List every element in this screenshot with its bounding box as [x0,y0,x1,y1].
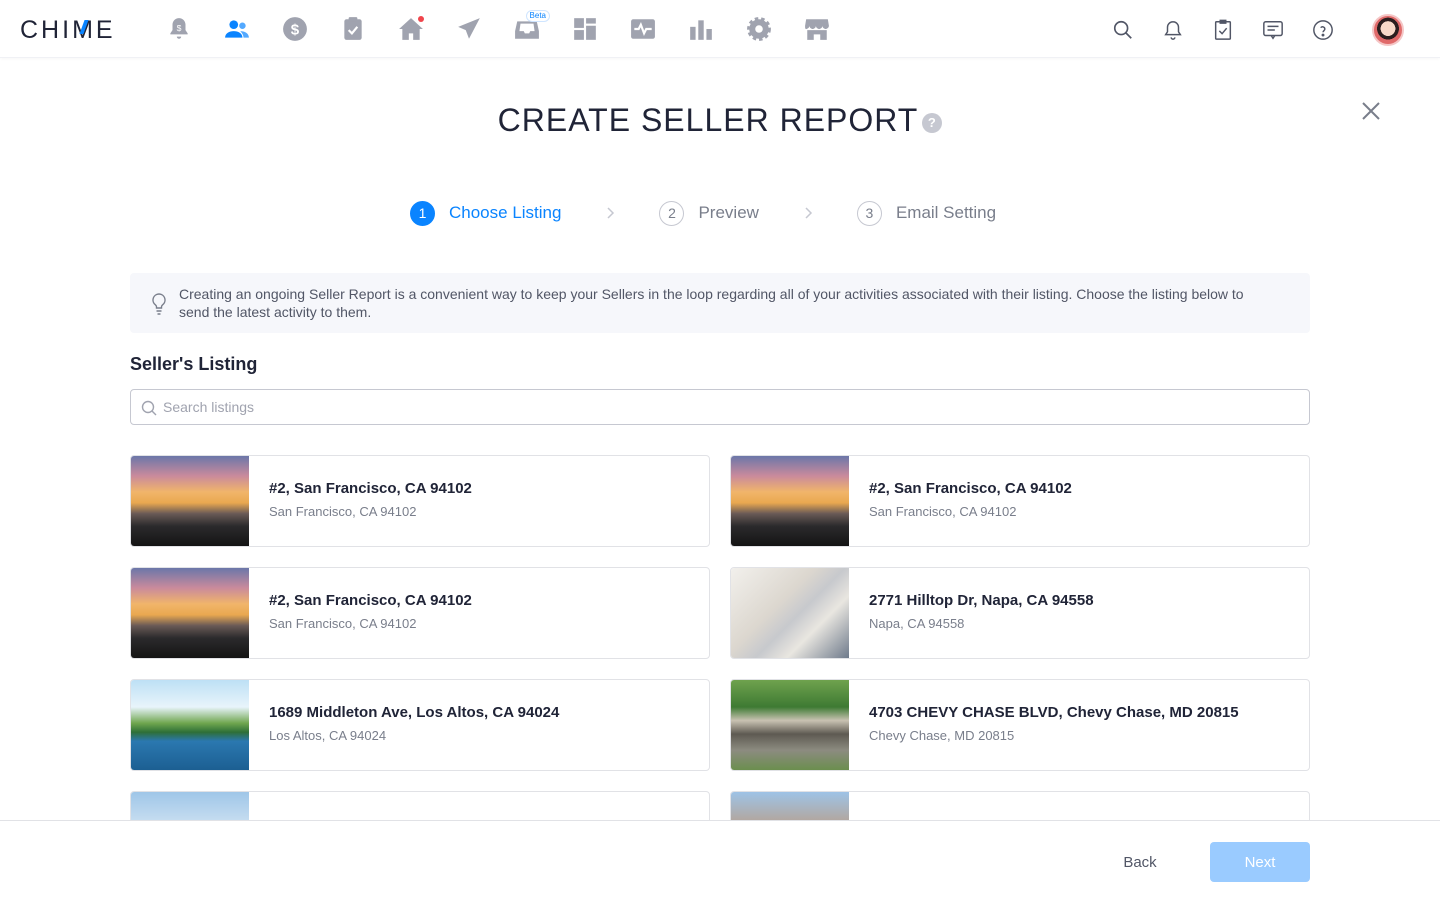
next-button[interactable]: Next [1210,842,1310,882]
listing-card[interactable]: 1689 Middleton Ave, Los Altos, CA 94024 … [130,679,710,771]
help-icon[interactable] [1308,15,1338,45]
chime-logo[interactable]: CHIME [20,16,116,45]
beta-badge: Beta [525,10,550,22]
step-email-setting[interactable]: 3 Email Setting [856,200,997,226]
step-label: Preview [698,203,759,222]
step-number: 3 [856,200,882,226]
step-label: Choose Listing [449,203,562,222]
listing-address: 1689 Middleton Ave, Los Altos, CA 94024 [269,704,560,721]
dollar-icon[interactable]: $ [280,14,310,44]
search-icon [141,400,157,416]
listing-address: 4703 CHEVY CHASE BLVD, Chevy Chase, MD 2… [869,704,1239,721]
chevron-right-icon [805,207,812,219]
listing-address: 2771 Hilltop Dr, Napa, CA 94558 [869,592,1094,609]
listing-card[interactable]: 4703 CHEVY CHASE BLVD, Chevy Chase, MD 2… [730,679,1310,771]
step-choose-listing[interactable]: 1 Choose Listing [410,200,562,226]
gear-icon[interactable] [744,14,774,44]
listing-city: Chevy Chase, MD 20815 [869,728,1015,743]
close-icon[interactable] [1358,98,1384,124]
footer-bar: Back Next [0,820,1440,900]
inbox-icon[interactable]: Beta [512,10,550,44]
listing-city: San Francisco, CA 94102 [269,616,417,631]
help-circle-icon[interactable]: ? [922,112,943,133]
top-navigation: CHIME $ $ Beta [0,0,1440,58]
listing-photo [731,680,849,770]
step-number: 1 [410,200,435,226]
listing-photo [731,456,849,546]
listing-address: #2, San Francisco, CA 94102 [269,592,472,609]
people-icon[interactable] [222,14,252,44]
listing-photo [731,568,849,658]
step-preview[interactable]: 2 Preview [659,200,759,226]
home-icon[interactable] [396,14,426,44]
step-number: 2 [659,200,685,226]
message-icon[interactable] [1258,15,1288,45]
listing-card[interactable]: #2, San Francisco, CA 94102 San Francisc… [130,567,710,659]
back-button[interactable]: Back [1104,842,1176,882]
listing-card[interactable]: 2771 Hilltop Dr, Napa, CA 94558 Napa, CA… [730,567,1310,659]
stepper: 1 Choose Listing 2 Preview 3 Email Setti… [410,199,996,227]
info-text: Creating an ongoing Seller Report is a c… [179,286,1244,320]
listing-address: #2, San Francisco, CA 94102 [269,480,472,497]
bell-dollar-icon[interactable]: $ [164,14,194,44]
listing-photo [131,456,249,546]
bell-icon[interactable] [1158,15,1188,45]
listing-grid: #2, San Francisco, CA 94102 San Francisc… [130,455,1310,820]
listing-city: San Francisco, CA 94102 [869,504,1017,519]
chevron-right-icon [607,207,615,219]
listing-card[interactable]: #2, San Francisco, CA 94102 San Francisc… [130,455,710,547]
listing-photo [131,568,249,658]
step-label: Email Setting [895,203,997,222]
svg-text:$: $ [291,21,300,38]
listing-city: Napa, CA 94558 [869,616,965,631]
lightbulb-icon [152,293,166,315]
info-banner: Creating an ongoing Seller Report is a c… [130,273,1310,333]
dashboard-icon[interactable] [570,14,600,44]
search-input[interactable] [163,390,1293,424]
send-icon[interactable] [454,14,484,44]
section-title: Seller's Listing [130,354,258,374]
page-title: CREATE SELLER REPORT? [0,102,1440,139]
listing-city: Los Altos, CA 94024 [269,728,387,743]
activity-icon[interactable] [628,14,658,44]
listing-address: #2, San Francisco, CA 94102 [869,480,1072,497]
listing-photo [731,792,849,820]
store-icon[interactable] [802,14,832,44]
bar-chart-icon[interactable] [686,14,716,44]
search-box [130,389,1310,425]
svg-text:$: $ [177,23,182,33]
clipboard-icon[interactable] [338,14,368,44]
main-nav-icons: $ $ Beta [164,10,860,44]
utility-icons [1088,14,1404,46]
listing-card[interactable] [730,791,1310,820]
listing-card[interactable]: #2, San Francisco, CA 94102 San Francisc… [730,455,1310,547]
listing-photo [131,792,249,820]
notification-dot [418,16,424,22]
listing-photo [131,680,249,770]
page-title-text: CREATE SELLER REPORT [497,102,919,138]
search-icon[interactable] [1108,15,1138,45]
listing-card[interactable] [130,791,710,820]
listing-city: San Francisco, CA 94102 [269,504,417,519]
task-icon[interactable] [1208,15,1238,45]
user-avatar[interactable] [1372,14,1404,46]
